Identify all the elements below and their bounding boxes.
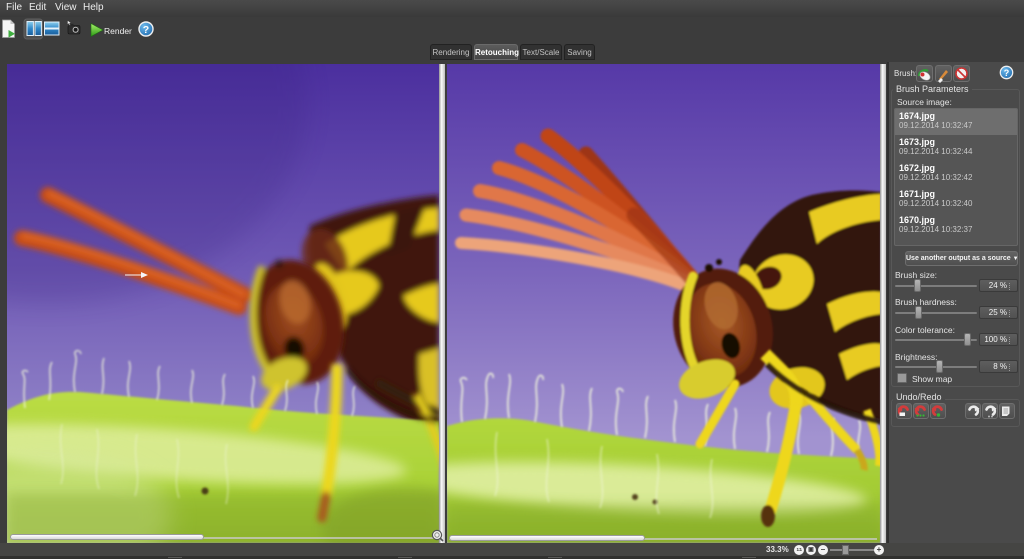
svg-text:?: ? (143, 24, 149, 36)
